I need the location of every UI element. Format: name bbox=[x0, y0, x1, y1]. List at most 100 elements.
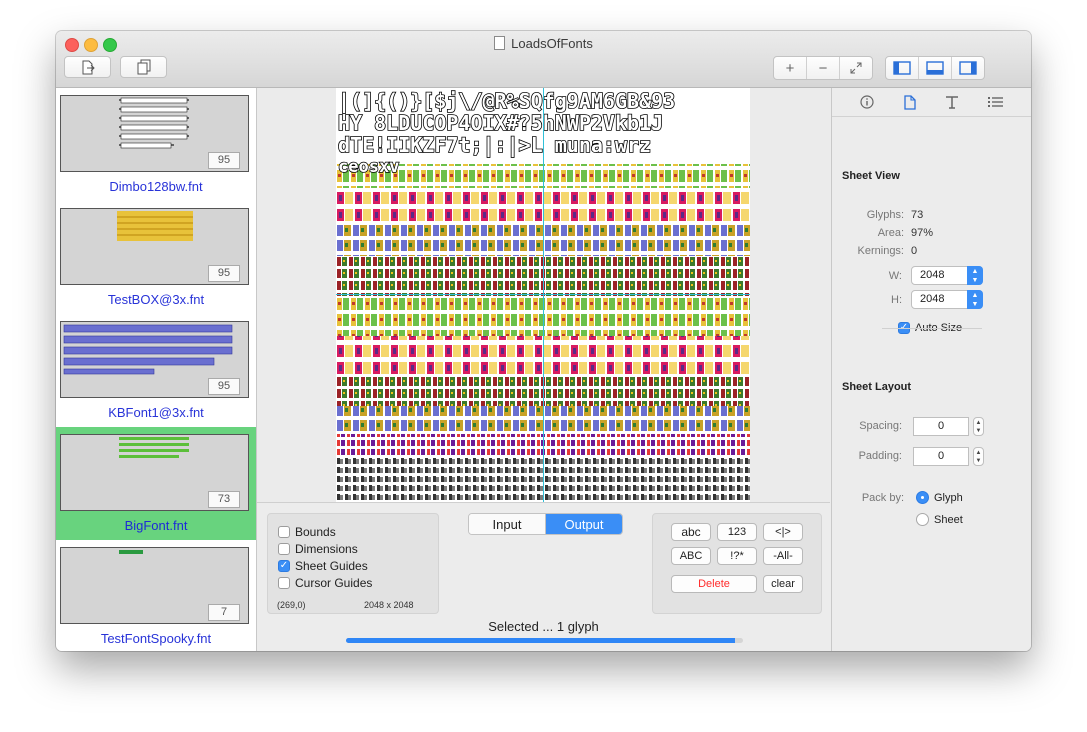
font-item-bigfont[interactable]: 73 BigFont.fnt bbox=[56, 427, 256, 540]
font-item-label: BigFont.fnt bbox=[124, 518, 188, 533]
toggle-sidebar-button[interactable] bbox=[886, 57, 919, 79]
height-popup[interactable]: 2048 ▲ ▼ bbox=[911, 290, 983, 309]
glyph-filter-box: abc 123 <|> ABC !?* -All- Delete clear bbox=[652, 513, 822, 614]
font-item-label: Dimbo128bw.fnt bbox=[109, 179, 203, 194]
sheet-view-title: Sheet View bbox=[842, 170, 900, 182]
sample-line-4: ceosxv bbox=[338, 157, 399, 177]
inspector-tabs bbox=[832, 88, 1031, 117]
padding-stepper[interactable]: ▲ ▼ bbox=[973, 447, 984, 466]
punctuation-filter-button[interactable]: !?* bbox=[717, 547, 757, 565]
glyph-count-badge: 95 bbox=[208, 152, 240, 169]
export-document-icon bbox=[82, 60, 95, 74]
font-item-dimbo[interactable]: 95 Dimbo128bw.fnt bbox=[56, 88, 256, 201]
section-divider bbox=[882, 328, 982, 329]
delete-button[interactable]: Delete bbox=[671, 575, 757, 593]
font-list-sidebar: 95 Dimbo128bw.fnt 95 TestBOX@3x.fnt 95 K… bbox=[56, 88, 257, 651]
kernings-label: Kernings: bbox=[857, 245, 904, 257]
zoom-fit-button[interactable] bbox=[840, 57, 872, 79]
zoom-in-button[interactable]: + bbox=[774, 57, 807, 79]
brackets-filter-button[interactable]: <|> bbox=[763, 523, 803, 541]
input-output-toggle: Input Output bbox=[468, 513, 623, 535]
export-button[interactable] bbox=[64, 56, 111, 78]
font-item-label: KBFont1@3x.fnt bbox=[108, 405, 204, 420]
progress-bar-fill bbox=[346, 638, 736, 643]
toggle-bottom-panel-button[interactable] bbox=[919, 57, 952, 79]
lowercase-filter-button[interactable]: abc bbox=[671, 523, 711, 541]
glyph-count-badge: 73 bbox=[208, 491, 240, 508]
pack-by-label: Pack by: bbox=[861, 492, 904, 504]
font-thumbnail: 95 bbox=[60, 95, 249, 172]
font-item-testbox[interactable]: 95 TestBOX@3x.fnt bbox=[56, 201, 256, 314]
pack-by-sheet-radio[interactable]: Sheet bbox=[916, 513, 963, 526]
area-label: Area: bbox=[877, 227, 904, 239]
chevron-up-down-icon: ▲ ▼ bbox=[967, 266, 983, 285]
padding-label: Padding: bbox=[858, 450, 902, 462]
font-thumbnail: 7 bbox=[60, 547, 249, 624]
progress-bar bbox=[346, 638, 743, 643]
view-mode-controls bbox=[885, 56, 985, 80]
text-format-tab[interactable] bbox=[943, 93, 961, 111]
document-tab[interactable] bbox=[901, 93, 919, 111]
spacing-label: Spacing: bbox=[859, 420, 902, 432]
checkmark-icon: ✓ bbox=[278, 560, 290, 572]
clear-button[interactable]: clear bbox=[763, 575, 803, 593]
font-item-kbfont1[interactable]: 95 KBFont1@3x.fnt bbox=[56, 314, 256, 427]
cursor-coordinates: (269,0) bbox=[277, 600, 306, 610]
glyphs-label: Glyphs: bbox=[866, 209, 904, 221]
pack-by-glyph-radio[interactable]: Glyph bbox=[916, 491, 963, 504]
all-filter-button[interactable]: -All- bbox=[763, 547, 803, 565]
sheet-guide-vertical bbox=[543, 88, 544, 502]
font-thumbnail: 73 bbox=[60, 434, 249, 511]
title-bar: LoadsOfFonts + − bbox=[56, 31, 1031, 88]
sample-line-2: HY 8LDUCOP4OIX#?5hNWP2Vkb1J bbox=[338, 111, 663, 135]
font-item-label: TestBOX@3x.fnt bbox=[107, 292, 205, 307]
info-icon bbox=[860, 95, 874, 109]
zoom-out-button[interactable]: − bbox=[807, 57, 840, 79]
font-item-label: TestFontSpooky.fnt bbox=[100, 631, 212, 646]
panel-bottom-icon bbox=[926, 61, 944, 75]
padding-field[interactable]: 0 bbox=[913, 447, 969, 466]
duplicate-button[interactable] bbox=[120, 56, 167, 78]
bounds-checkbox[interactable]: Bounds bbox=[278, 524, 336, 540]
sample-line-1: |(]{()}[$j\/@R%SQfg9AM6GB&93 bbox=[338, 89, 675, 113]
font-thumbnail: 95 bbox=[60, 321, 249, 398]
width-label: W: bbox=[888, 270, 902, 282]
font-item-testfontspooky[interactable]: 7 TestFontSpooky.fnt bbox=[56, 540, 256, 651]
sidebar-left-icon bbox=[893, 61, 911, 75]
uppercase-filter-button[interactable]: ABC bbox=[671, 547, 711, 565]
radio-selected bbox=[916, 491, 929, 504]
width-popup[interactable]: 2048 ▲ ▼ bbox=[911, 266, 983, 285]
list-tab[interactable] bbox=[986, 93, 1004, 111]
spacing-field[interactable]: 0 bbox=[913, 417, 969, 436]
app-window: LoadsOfFonts + − 95 Dimbo128bw.fnt 95 Te… bbox=[56, 31, 1031, 651]
font-thumbnail: 95 bbox=[60, 208, 249, 285]
glyph-count-badge: 95 bbox=[208, 265, 240, 282]
checkbox-box bbox=[278, 577, 290, 589]
kernings-value: 0 bbox=[911, 245, 918, 257]
toggle-inspector-button[interactable] bbox=[952, 57, 984, 79]
cursor-guides-checkbox[interactable]: Cursor Guides bbox=[278, 575, 372, 591]
spacing-stepper[interactable]: ▲ ▼ bbox=[973, 417, 984, 436]
sidebar-right-icon bbox=[959, 61, 977, 75]
sheet-layout-title: Sheet Layout bbox=[842, 381, 912, 393]
input-tab[interactable]: Input bbox=[469, 514, 546, 534]
sheet-preview-area[interactable]: |(]{()}[$j\/@R%SQfg9AM6GB&93 HY 8LDUCOP4… bbox=[257, 88, 830, 502]
glyph-sheet-canvas[interactable]: |(]{()}[$j\/@R%SQfg9AM6GB&93 HY 8LDUCOP4… bbox=[336, 88, 750, 502]
dimensions-checkbox[interactable]: Dimensions bbox=[278, 541, 358, 557]
sample-line-3: dTE!IIKZF7t;|:|>L muna:wrz bbox=[338, 133, 651, 157]
glyph-count-badge: 7 bbox=[208, 604, 240, 621]
digits-filter-button[interactable]: 123 bbox=[717, 523, 757, 541]
output-tab[interactable]: Output bbox=[546, 514, 622, 534]
info-tab[interactable] bbox=[858, 93, 876, 111]
radio-unselected bbox=[916, 513, 929, 526]
bottom-panel: Bounds Dimensions ✓ Sheet Guides Cursor … bbox=[257, 502, 830, 651]
text-format-icon bbox=[946, 96, 958, 109]
duplicate-icon bbox=[137, 59, 150, 75]
sheet-dimensions: 2048 x 2048 bbox=[364, 600, 414, 610]
expand-arrows-icon bbox=[850, 62, 862, 74]
sheet-guides-checkbox[interactable]: ✓ Sheet Guides bbox=[278, 558, 368, 574]
checkbox-box bbox=[278, 543, 290, 555]
document-icon bbox=[494, 36, 506, 50]
list-icon bbox=[987, 96, 1003, 107]
checkbox-box bbox=[278, 526, 290, 538]
